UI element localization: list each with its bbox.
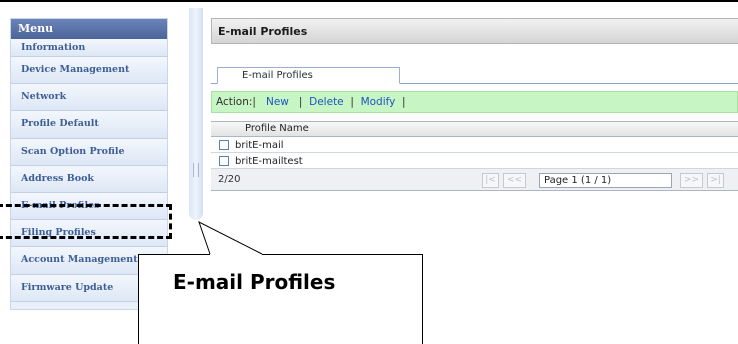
modify-link[interactable]: Modify [361, 96, 396, 108]
action-separator: | [298, 96, 303, 108]
page-input[interactable]: Page 1 (1 / 1) [539, 173, 672, 188]
sidebar-item-profile-default[interactable]: Profile Default [11, 111, 167, 139]
table-row[interactable]: britE-mailtest [211, 153, 738, 169]
action-label: Action:| [216, 96, 256, 108]
action-bar: Action:| New | Delete | Modify | [211, 91, 738, 113]
sidebar-item-scan-option-profile[interactable]: Scan Option Profile [11, 138, 167, 166]
sidebar-item-address-book[interactable]: Address Book [11, 165, 167, 193]
page-title: E-mail Profiles [211, 18, 738, 44]
sidebar-item-network[interactable]: Network [11, 84, 167, 112]
callout-box [138, 254, 423, 344]
menu-header: Menu [11, 19, 167, 39]
tab-email-profiles[interactable]: E-mail Profiles [217, 67, 400, 84]
top-rule [0, 0, 738, 2]
new-link[interactable]: New [266, 96, 289, 108]
pager: 2/20 |< << Page 1 (1 / 1) >> >| [211, 169, 738, 191]
last-page-button[interactable]: >| [707, 173, 724, 188]
action-separator: | [402, 96, 406, 108]
main-panel: E-mail Profiles E-mail Profiles Action:|… [211, 18, 738, 218]
row-profile-name: britE-mail [235, 139, 284, 151]
record-count: 2/20 [218, 174, 241, 185]
prev-page-button[interactable]: << [503, 173, 526, 188]
table-row[interactable]: britE-mail [211, 137, 738, 153]
row-checkbox[interactable] [219, 156, 229, 166]
panel-splitter[interactable] [189, 8, 203, 220]
row-checkbox[interactable] [219, 140, 229, 150]
highlight-dashed-box [0, 204, 172, 239]
column-header-profile-name[interactable]: Profile Name [211, 122, 738, 137]
sidebar-item-device-management[interactable]: Device Management [11, 57, 167, 85]
callout-text: E-mail Profiles [173, 270, 336, 294]
next-page-button[interactable]: >> [680, 173, 703, 188]
row-profile-name: britE-mailtest [235, 155, 303, 167]
tab-strip: E-mail Profiles [211, 64, 738, 84]
callout-edge [262, 254, 423, 255]
delete-link[interactable]: Delete [309, 96, 344, 108]
sidebar-item-information[interactable]: Information [11, 39, 167, 57]
first-page-button[interactable]: |< [482, 173, 499, 188]
splitter-grip-icon[interactable] [193, 163, 199, 177]
profiles-table: Profile Name britE-mail britE-mailtest 2… [211, 121, 738, 191]
callout-edge [138, 254, 210, 255]
action-separator: | [350, 96, 354, 108]
